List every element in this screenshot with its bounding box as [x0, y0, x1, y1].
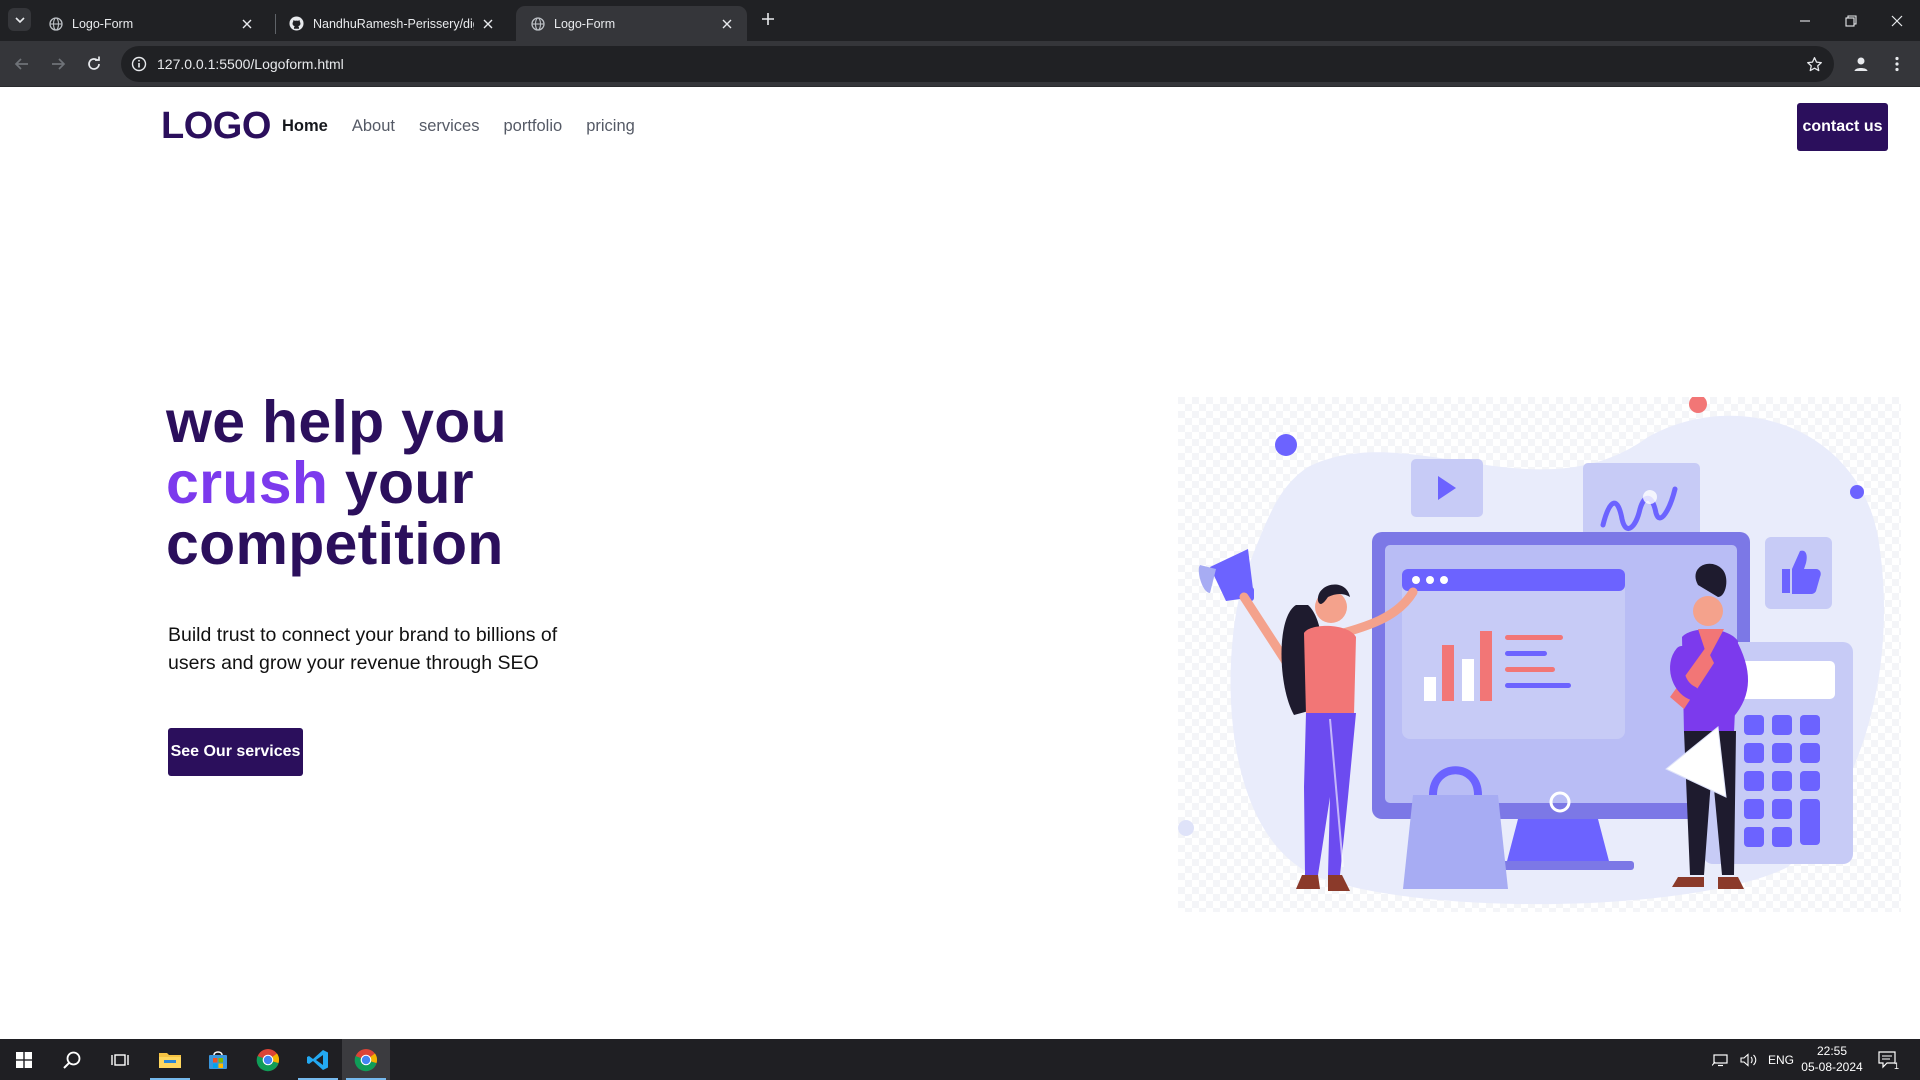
minimize-button[interactable] — [1782, 0, 1828, 41]
hero-accent-word: crush — [166, 450, 329, 516]
windows-taskbar: ENG 22:55 05-08-2024 1 — [0, 1039, 1920, 1080]
github-icon — [289, 16, 304, 31]
bookmark-star-icon[interactable] — [1804, 54, 1824, 74]
reload-button[interactable] — [80, 50, 108, 78]
nav-link-pricing[interactable]: pricing — [586, 117, 635, 136]
hero-heading-line2: crush your — [166, 453, 507, 514]
hero-heading-line2-rest: your — [328, 450, 474, 516]
clock-time: 22:55 — [1816, 1044, 1848, 1058]
task-view-icon — [111, 1053, 129, 1066]
vscode-icon — [307, 1049, 328, 1070]
menu-icon[interactable] — [1886, 53, 1908, 75]
marketing-illustration — [1178, 397, 1901, 912]
back-button[interactable] — [8, 50, 36, 78]
close-icon[interactable] — [239, 16, 255, 32]
browser-tab-1[interactable]: Logo-Form — [34, 6, 267, 41]
nav-links: Home About services portfolio pricing — [282, 117, 659, 136]
nav-link-home[interactable]: Home — [282, 117, 328, 136]
search-button[interactable] — [48, 1039, 96, 1080]
chrome-icon — [256, 1048, 279, 1071]
tab-title: Logo-Form — [554, 16, 616, 31]
hero-heading: we help you crush your competition — [166, 392, 507, 575]
nav-link-portfolio[interactable]: portfolio — [503, 117, 562, 136]
play-video-card — [1411, 459, 1483, 517]
nav-link-services[interactable]: services — [419, 117, 480, 136]
site-navbar: LOGO Home About services portfolio prici… — [0, 87, 1920, 167]
chrome-icon — [354, 1048, 377, 1071]
language-indicator[interactable]: ENG — [1768, 1039, 1794, 1080]
tab-search-button[interactable] — [8, 8, 31, 31]
restore-button[interactable] — [1828, 0, 1874, 41]
restore-icon — [1845, 14, 1857, 27]
new-tab-button[interactable] — [758, 9, 778, 29]
browser-tab-3[interactable]: Logo-Form — [516, 6, 747, 41]
taskbar-chrome-active[interactable] — [342, 1039, 390, 1080]
decor-dot — [1275, 434, 1297, 456]
arrow-right-icon — [52, 58, 66, 70]
windows-start-icon — [16, 1051, 32, 1068]
close-icon — [1891, 15, 1903, 26]
start-button[interactable] — [0, 1039, 48, 1080]
forward-button[interactable] — [44, 50, 72, 78]
hero-subtitle: Build trust to connect your brand to bil… — [168, 624, 558, 674]
taskbar-file-explorer[interactable] — [146, 1039, 194, 1080]
close-icon[interactable] — [480, 16, 496, 32]
system-clock[interactable]: 22:55 05-08-2024 — [1800, 1043, 1864, 1075]
web-page: LOGO Home About services portfolio prici… — [0, 87, 1920, 1039]
arrow-left-icon — [14, 58, 28, 70]
thumbs-up-card — [1765, 537, 1832, 609]
file-explorer-icon — [159, 1052, 181, 1068]
chevron-down-icon — [14, 16, 25, 23]
nav-link-about[interactable]: About — [352, 117, 395, 136]
hero-heading-line3: competition — [166, 511, 504, 577]
see-services-button[interactable]: See Our services — [168, 728, 303, 776]
close-icon[interactable] — [719, 16, 735, 32]
notification-center-button[interactable]: 1 — [1878, 1039, 1899, 1080]
task-view-button[interactable] — [96, 1039, 144, 1080]
globe-icon — [48, 16, 63, 31]
profile-icon[interactable] — [1850, 53, 1872, 75]
minimize-icon — [1800, 19, 1810, 22]
browser-toolbar: 127.0.0.1:5500/Logoform.html — [0, 41, 1920, 87]
taskbar-chrome[interactable] — [244, 1039, 292, 1080]
decor-dot — [1178, 820, 1194, 836]
clock-date: 05-08-2024 — [1801, 1060, 1863, 1074]
close-window-button[interactable] — [1874, 0, 1920, 41]
site-logo[interactable]: LOGO — [161, 105, 271, 148]
contact-us-button[interactable]: contact us — [1797, 103, 1888, 151]
globe-icon — [530, 16, 545, 31]
browser-tab-2[interactable]: NandhuRamesh-Perissery/digit — [275, 6, 508, 41]
hero-heading-line1: we help you — [166, 389, 507, 455]
decor-dot — [1850, 485, 1864, 499]
taskbar-vscode[interactable] — [294, 1039, 342, 1080]
tab-title: NandhuRamesh-Perissery/digit — [313, 16, 474, 31]
reload-icon — [88, 56, 100, 70]
info-icon[interactable] — [130, 55, 148, 73]
tab-title: Logo-Form — [72, 16, 134, 31]
taskbar-microsoft-store[interactable] — [194, 1039, 242, 1080]
plus-icon — [762, 13, 774, 25]
network-icon[interactable] — [1712, 1039, 1730, 1080]
url-text: 127.0.0.1:5500/Logoform.html — [157, 56, 344, 72]
search-icon — [63, 1051, 81, 1069]
browser-tabstrip: Logo-Form NandhuRamesh-Perissery/digit L… — [0, 0, 1920, 41]
address-bar[interactable]: 127.0.0.1:5500/Logoform.html — [121, 46, 1834, 82]
volume-icon[interactable] — [1740, 1039, 1758, 1080]
notification-count: 1 — [1894, 1060, 1900, 1071]
microsoft-store-icon — [209, 1050, 227, 1069]
